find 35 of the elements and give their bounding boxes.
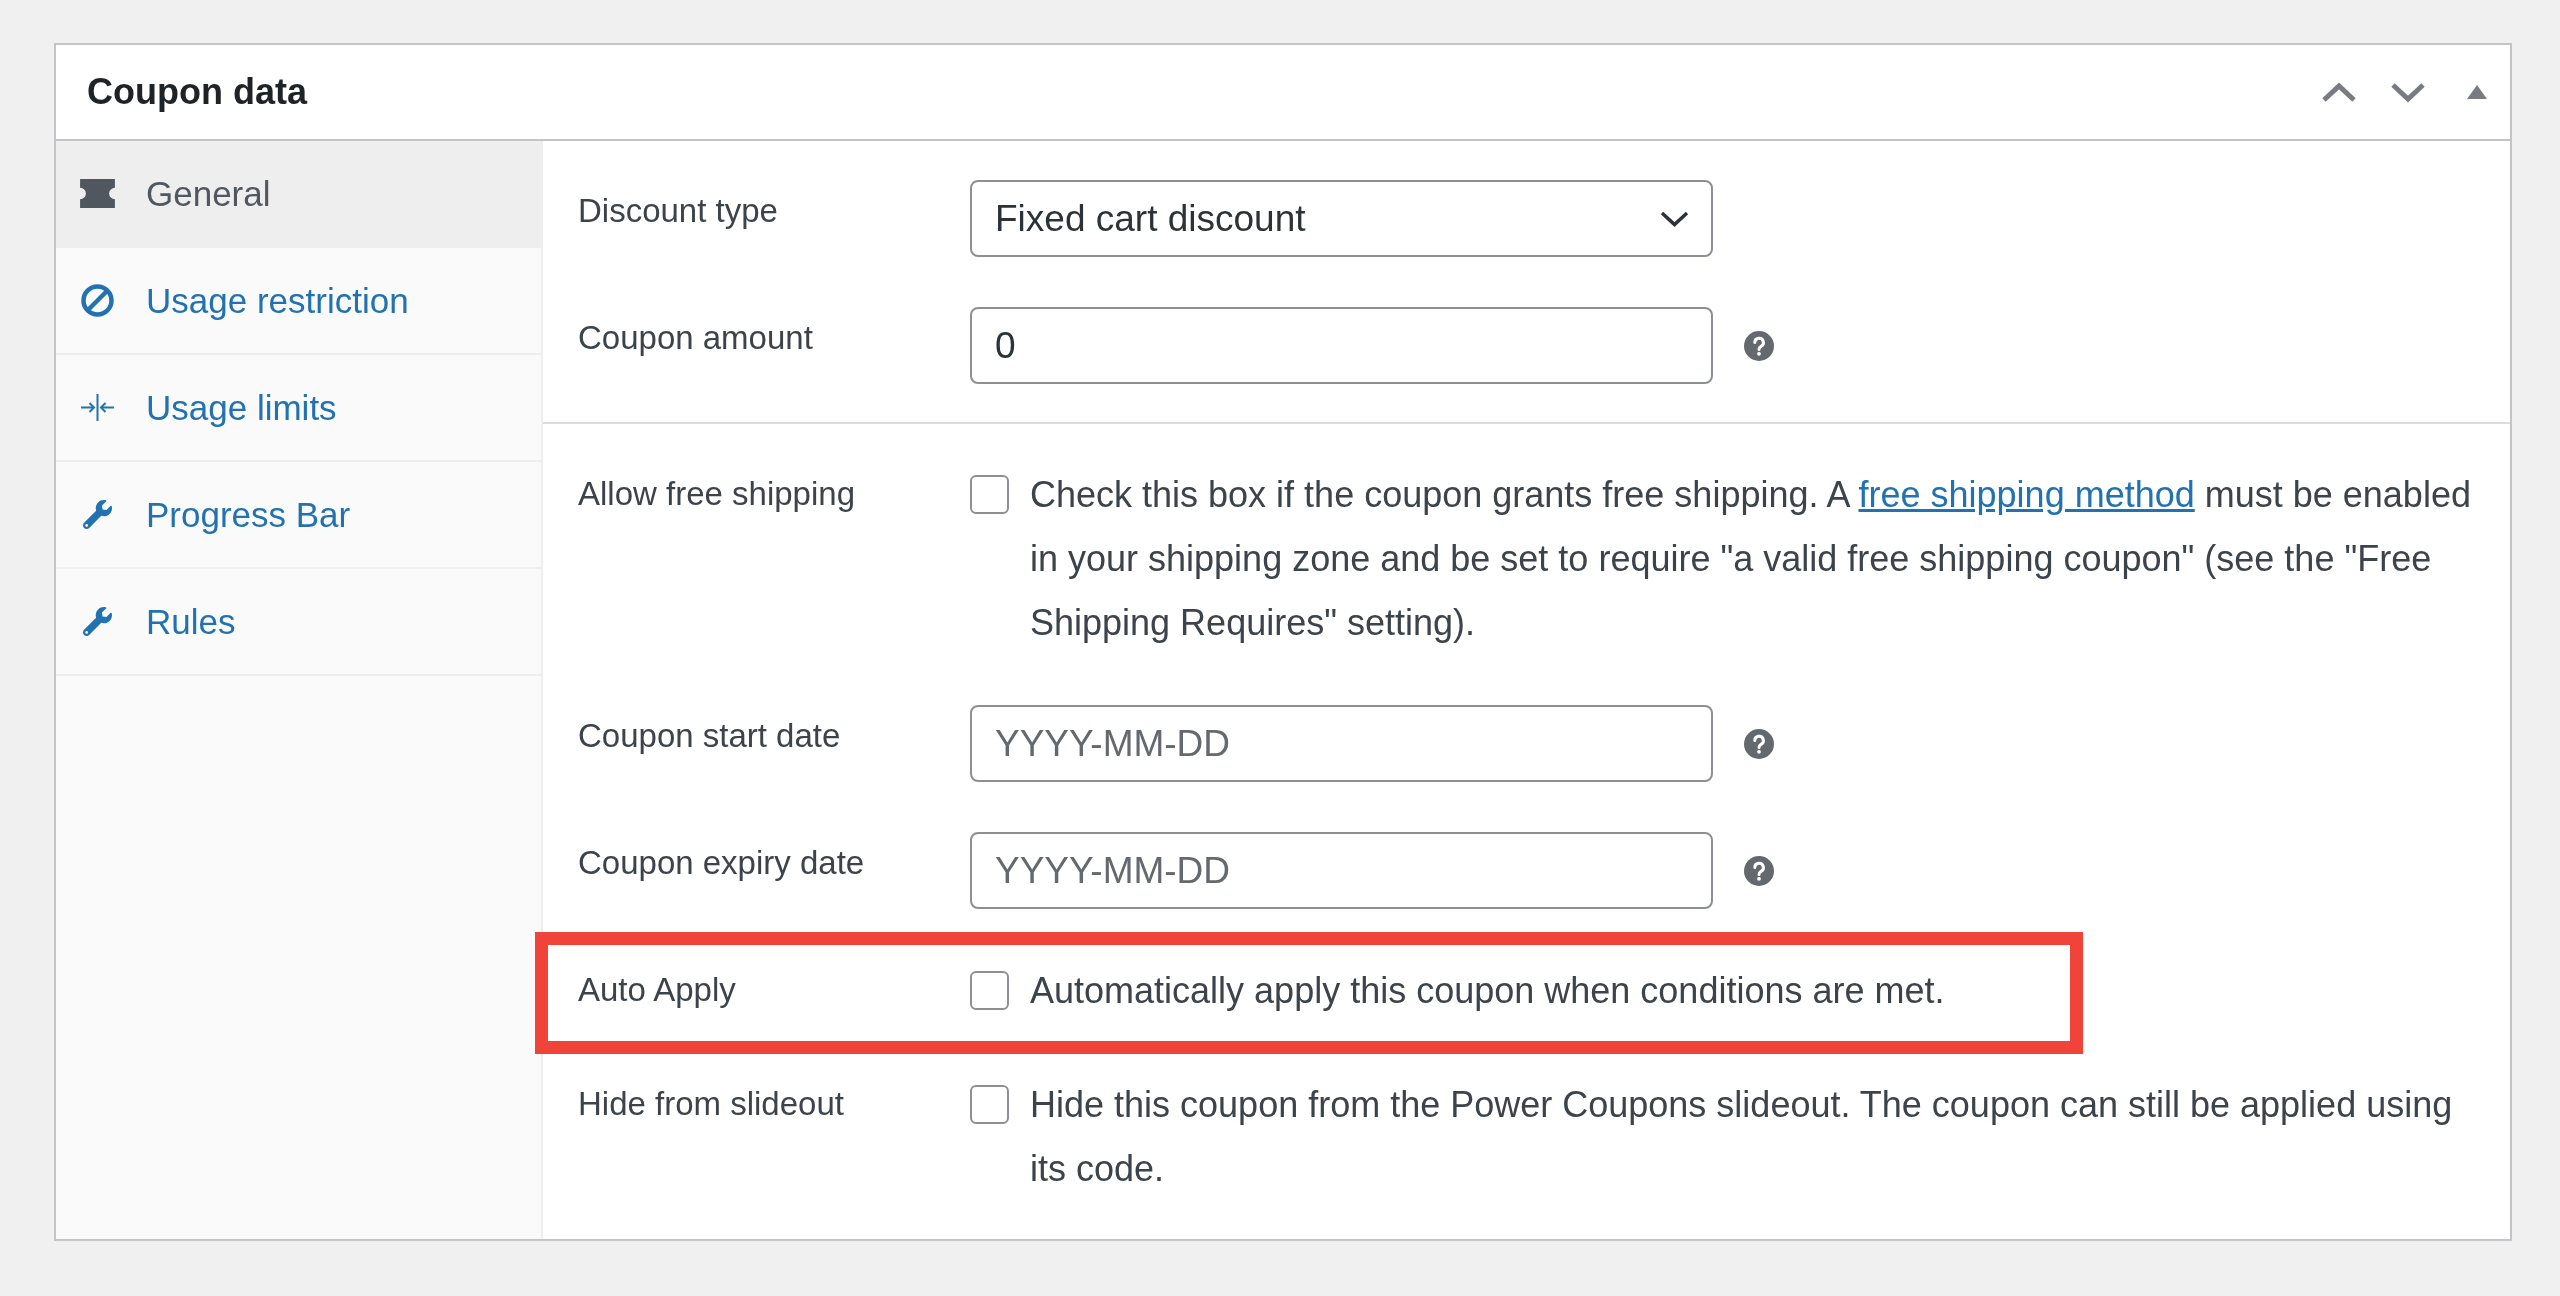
sidebar-tab[interactable]: Usage limits — [56, 355, 541, 462]
checkbox[interactable] — [970, 971, 1009, 1010]
field-label: Coupon amount — [578, 318, 814, 358]
chevron-up-icon[interactable] — [2321, 81, 2357, 103]
field-label: Allow free shipping — [578, 474, 856, 514]
sidebar-tab[interactable]: General — [56, 141, 541, 248]
checkbox-description: Hide this coupon from the Power Coupons slideout. The coupon can still be applied using its code. — [1030, 1083, 2454, 1191]
inline-link[interactable]: free shipping method — [1858, 474, 2195, 515]
checkbox[interactable] — [970, 475, 1009, 514]
sidebar-tab[interactable]: Progress Bar — [56, 462, 541, 569]
wrench-icon — [83, 500, 112, 529]
checkbox-description: Check this box if the coupon grants free shipping. A free shipping method must be enabled in your shipping zone and be set to require "a valid free shipping coupon" (see the "Free Shipping Requires" setting). — [1030, 473, 2472, 645]
ticket-icon — [80, 179, 115, 208]
field-label: Coupon expiry date — [578, 843, 866, 883]
select-field[interactable]: Fixed cart discount — [970, 180, 1713, 257]
wrench-icon — [83, 607, 112, 636]
sidebar-tab[interactable]: Rules — [56, 569, 541, 676]
chevron-down-icon[interactable] — [2390, 81, 2426, 103]
triangle-up-icon[interactable] — [2467, 85, 2487, 99]
text-field[interactable]: 0 — [970, 307, 1713, 384]
help-icon[interactable] — [1744, 330, 1774, 361]
field-label: Auto Apply — [578, 970, 737, 1010]
text-field[interactable]: YYYY-MM-DD — [970, 832, 1713, 909]
help-icon[interactable] — [1744, 855, 1774, 886]
help-icon[interactable] — [1744, 728, 1774, 759]
checkbox-description: Automatically apply this coupon when conditions are met. — [1030, 969, 1946, 1013]
field-label: Discount type — [578, 191, 779, 231]
prohibited-icon — [81, 284, 114, 317]
field-label: Coupon start date — [578, 716, 842, 756]
sidebar-tab[interactable]: Usage restriction — [56, 248, 541, 355]
chevron-down-icon — [1660, 210, 1689, 227]
field-label: Hide from slideout — [578, 1084, 845, 1124]
panel-title: Coupon data — [87, 71, 309, 113]
checkbox[interactable] — [970, 1085, 1009, 1124]
text-field[interactable]: YYYY-MM-DD — [970, 705, 1713, 782]
